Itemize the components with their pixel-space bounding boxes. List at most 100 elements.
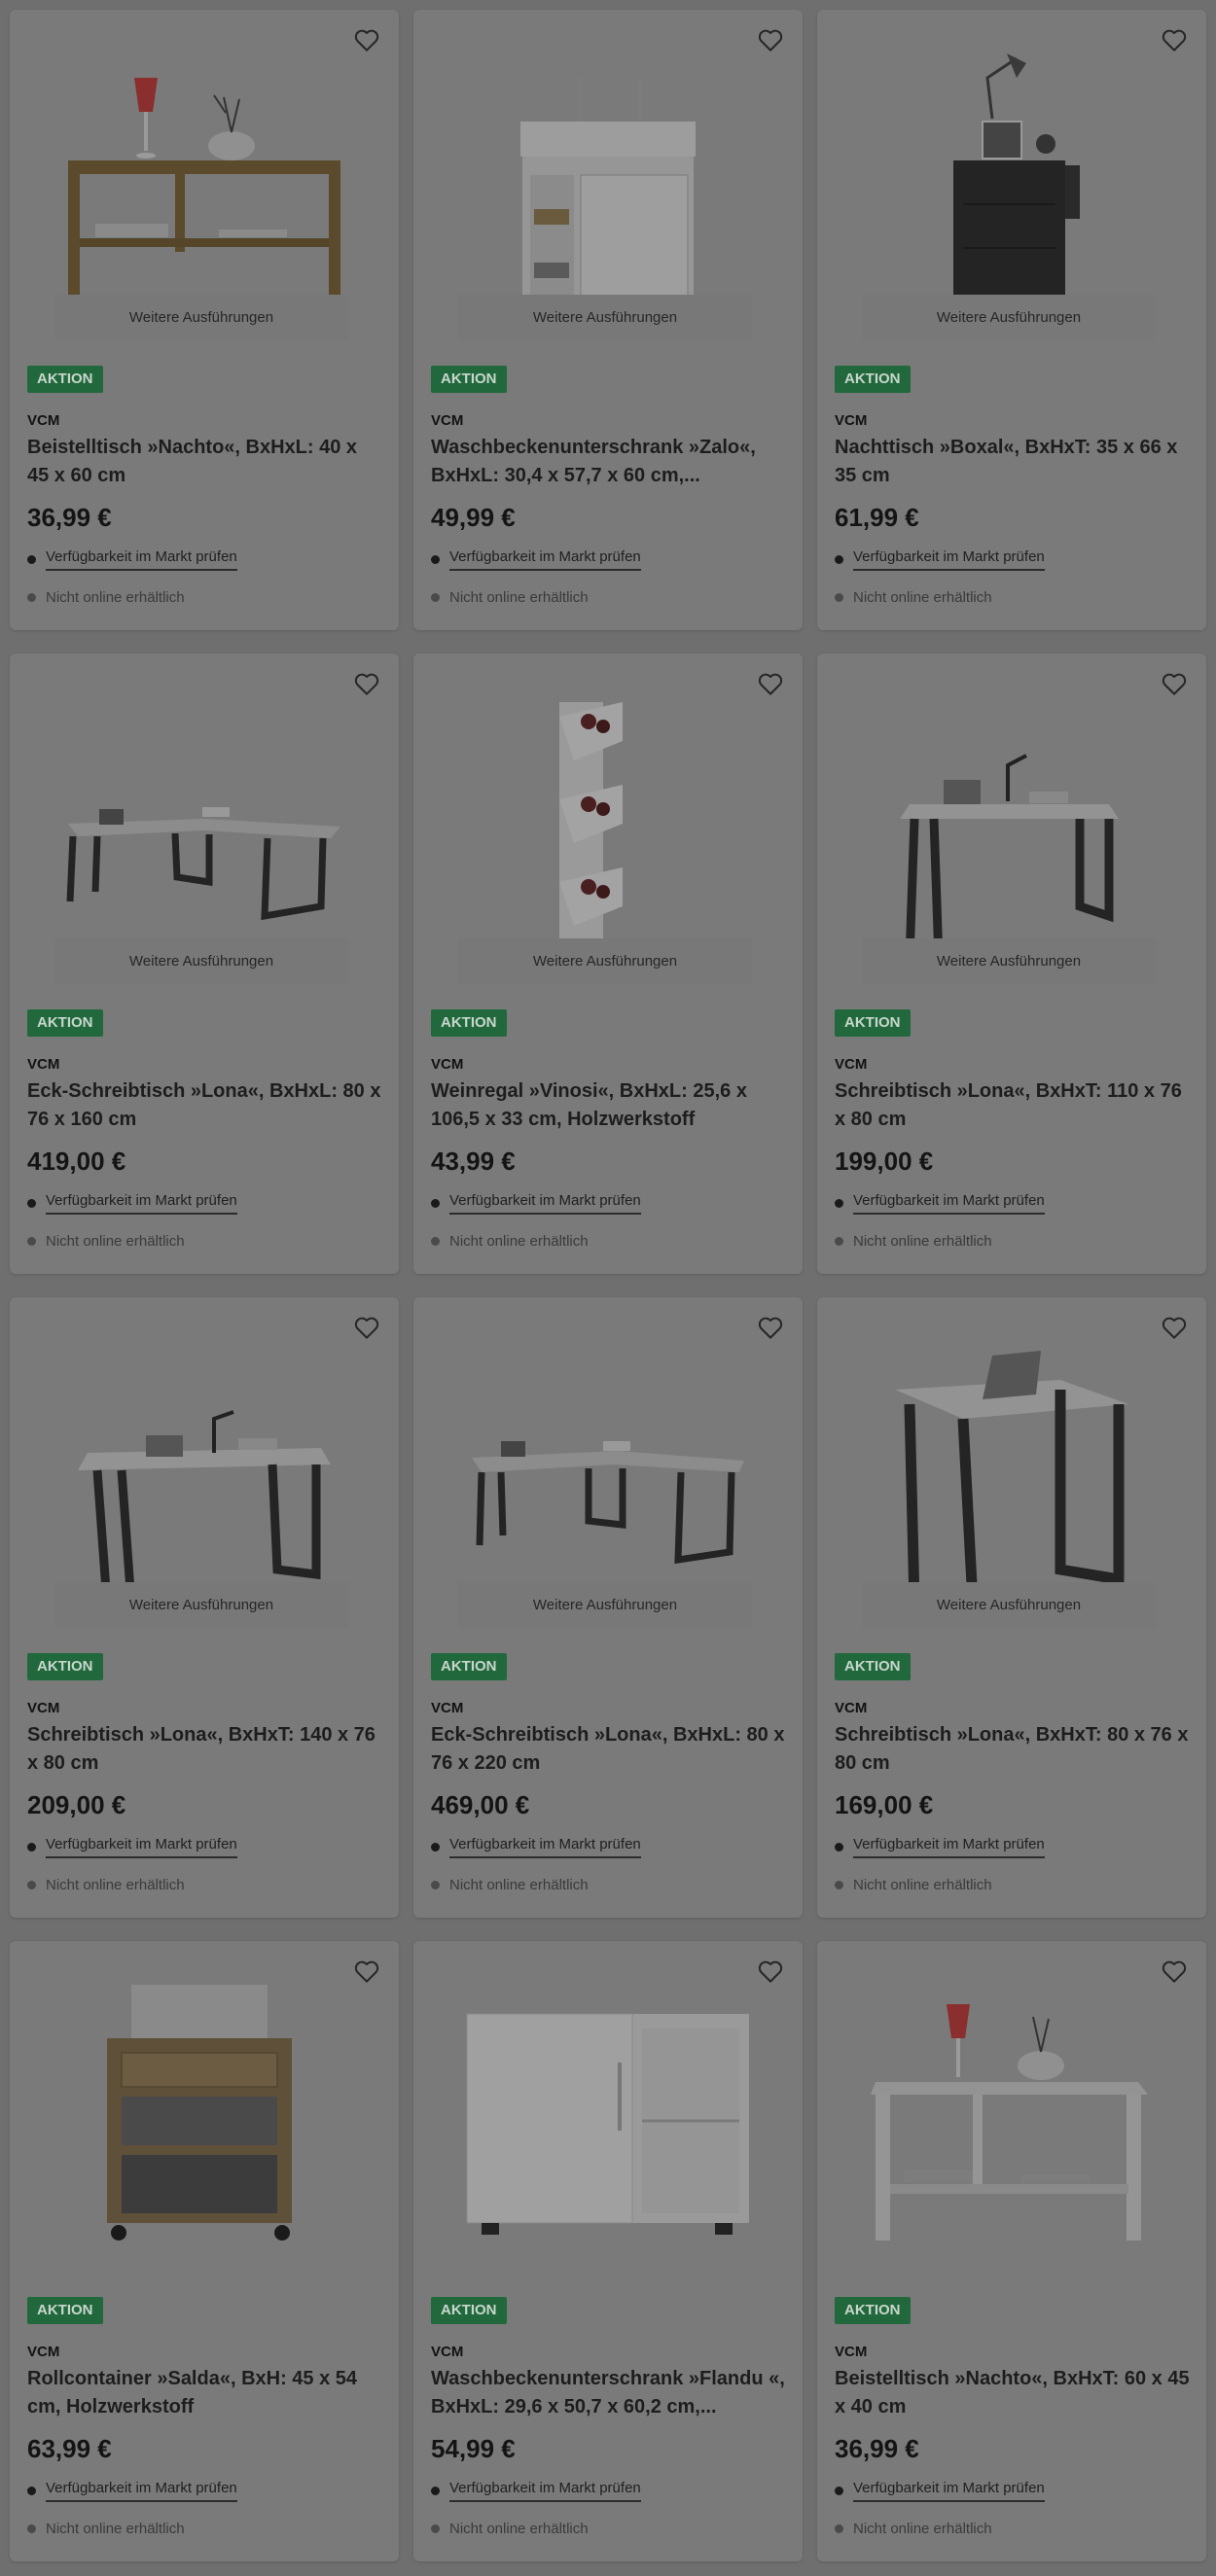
availability-check[interactable]: Verfügbarkeit im Markt prüfen bbox=[431, 1836, 641, 1858]
product-title[interactable]: Beistelltisch »Nachto«, BxHxL: 40 x 45 x… bbox=[27, 434, 382, 490]
online-status: Nicht online erhältlich bbox=[835, 2521, 992, 2537]
product-card[interactable]: Weitere Ausführungen AKTION VCM Eck-Schr… bbox=[413, 1297, 803, 1918]
online-status-text: Nicht online erhältlich bbox=[449, 589, 589, 606]
availability-check[interactable]: Verfügbarkeit im Markt prüfen bbox=[27, 2480, 237, 2502]
product-card[interactable]: Weitere Ausführungen AKTION VCM Schreibt… bbox=[10, 1297, 399, 1918]
product-price: 63,99 € bbox=[27, 2434, 112, 2463]
availability-check[interactable]: Verfügbarkeit im Markt prüfen bbox=[27, 1836, 237, 1858]
product-image[interactable] bbox=[817, 39, 1206, 311]
product-title[interactable]: Schreibtisch »Lona«, BxHxT: 110 x 76 x 8… bbox=[835, 1077, 1190, 1134]
availability-check[interactable]: Verfügbarkeit im Markt prüfen bbox=[835, 1836, 1045, 1858]
dot-icon bbox=[431, 2524, 440, 2533]
product-image[interactable] bbox=[413, 1970, 803, 2242]
brand-label: VCM bbox=[431, 2344, 464, 2360]
availability-link[interactable]: Verfügbarkeit im Markt prüfen bbox=[853, 548, 1045, 571]
product-title[interactable]: Rollcontainer »Salda«, BxH: 45 x 54 cm, … bbox=[27, 2365, 382, 2421]
product-card[interactable]: AKTION VCM Waschbeckenunterschrank »Flan… bbox=[413, 1941, 803, 2561]
product-card[interactable]: Weitere Ausführungen AKTION VCM Eck-Schr… bbox=[10, 653, 399, 1274]
product-card[interactable]: Weitere Ausführungen AKTION VCM Beistell… bbox=[10, 10, 399, 630]
product-title[interactable]: Schreibtisch »Lona«, BxHxT: 80 x 76 x 80… bbox=[835, 1721, 1190, 1778]
brand-label: VCM bbox=[835, 2344, 868, 2360]
more-variants-button[interactable]: Weitere Ausführungen bbox=[54, 938, 348, 984]
product-image[interactable] bbox=[10, 683, 399, 955]
product-price: 49,99 € bbox=[431, 503, 516, 532]
product-card[interactable]: Weitere Ausführungen AKTION VCM Schreibt… bbox=[817, 653, 1206, 1274]
product-image[interactable] bbox=[817, 1970, 1206, 2242]
product-price: 43,99 € bbox=[431, 1147, 516, 1176]
product-title[interactable]: Eck-Schreibtisch »Lona«, BxHxL: 80 x 76 … bbox=[27, 1077, 382, 1134]
product-price: 419,00 € bbox=[27, 1147, 126, 1176]
more-variants-button[interactable]: Weitere Ausführungen bbox=[458, 295, 752, 340]
product-title[interactable]: Eck-Schreibtisch »Lona«, BxHxL: 80 x 76 … bbox=[431, 1721, 786, 1778]
availability-check[interactable]: Verfügbarkeit im Markt prüfen bbox=[27, 1192, 237, 1215]
product-image[interactable] bbox=[817, 1326, 1206, 1599]
product-card[interactable]: Weitere Ausführungen AKTION VCM Waschbec… bbox=[413, 10, 803, 630]
product-card[interactable]: Weitere Ausführungen AKTION VCM Schreibt… bbox=[817, 1297, 1206, 1918]
brand-label: VCM bbox=[431, 1056, 464, 1073]
online-status-text: Nicht online erhältlich bbox=[853, 1877, 992, 1893]
brand-label: VCM bbox=[431, 1700, 464, 1716]
product-image[interactable] bbox=[817, 683, 1206, 955]
availability-link[interactable]: Verfügbarkeit im Markt prüfen bbox=[449, 1836, 641, 1858]
product-grid: Weitere Ausführungen AKTION VCM Beistell… bbox=[0, 0, 1216, 2576]
more-variants-button[interactable]: Weitere Ausführungen bbox=[862, 1582, 1156, 1628]
product-price: 61,99 € bbox=[835, 503, 919, 532]
more-variants-button[interactable]: Weitere Ausführungen bbox=[54, 295, 348, 340]
product-image[interactable] bbox=[10, 39, 399, 311]
availability-check[interactable]: Verfügbarkeit im Markt prüfen bbox=[431, 548, 641, 571]
availability-link[interactable]: Verfügbarkeit im Markt prüfen bbox=[449, 2480, 641, 2502]
availability-link[interactable]: Verfügbarkeit im Markt prüfen bbox=[853, 2480, 1045, 2502]
availability-link[interactable]: Verfügbarkeit im Markt prüfen bbox=[46, 1192, 237, 1215]
product-card[interactable]: Weitere Ausführungen AKTION VCM Nachttis… bbox=[817, 10, 1206, 630]
product-price: 469,00 € bbox=[431, 1790, 530, 1819]
promo-badge: AKTION bbox=[835, 1653, 911, 1680]
product-title[interactable]: Schreibtisch »Lona«, BxHxT: 140 x 76 x 8… bbox=[27, 1721, 382, 1778]
product-price: 209,00 € bbox=[27, 1790, 126, 1819]
more-variants-button[interactable]: Weitere Ausführungen bbox=[458, 938, 752, 984]
product-title[interactable]: Waschbeckenunterschrank »Flandu «, BxHxL… bbox=[431, 2365, 786, 2421]
product-image[interactable] bbox=[413, 683, 803, 955]
product-image[interactable] bbox=[10, 1326, 399, 1599]
availability-link[interactable]: Verfügbarkeit im Markt prüfen bbox=[46, 2480, 237, 2502]
product-title[interactable]: Nachttisch »Boxal«, BxHxT: 35 x 66 x 35 … bbox=[835, 434, 1190, 490]
dot-icon bbox=[27, 1237, 36, 1246]
online-status: Nicht online erhältlich bbox=[431, 1877, 589, 1893]
brand-label: VCM bbox=[431, 412, 464, 429]
availability-check[interactable]: Verfügbarkeit im Markt prüfen bbox=[835, 548, 1045, 571]
availability-check[interactable]: Verfügbarkeit im Markt prüfen bbox=[835, 1192, 1045, 1215]
availability-link[interactable]: Verfügbarkeit im Markt prüfen bbox=[853, 1192, 1045, 1215]
online-status-text: Nicht online erhältlich bbox=[46, 2521, 185, 2537]
availability-link[interactable]: Verfügbarkeit im Markt prüfen bbox=[449, 548, 641, 571]
more-variants-button[interactable]: Weitere Ausführungen bbox=[862, 938, 1156, 984]
product-title[interactable]: Waschbeckenunterschrank »Zalo«, BxHxL: 3… bbox=[431, 434, 786, 490]
more-variants-button[interactable]: Weitere Ausführungen bbox=[458, 1582, 752, 1628]
more-variants-button[interactable]: Weitere Ausführungen bbox=[54, 1582, 348, 1628]
product-title[interactable]: Beistelltisch »Nachto«, BxHxT: 60 x 45 x… bbox=[835, 2365, 1190, 2421]
product-card[interactable]: AKTION VCM Beistelltisch »Nachto«, BxHxT… bbox=[817, 1941, 1206, 2561]
online-status: Nicht online erhältlich bbox=[27, 1233, 185, 1250]
availability-link[interactable]: Verfügbarkeit im Markt prüfen bbox=[449, 1192, 641, 1215]
online-status-text: Nicht online erhältlich bbox=[449, 2521, 589, 2537]
online-status: Nicht online erhältlich bbox=[27, 2521, 185, 2537]
promo-badge: AKTION bbox=[835, 2297, 911, 2324]
online-status-text: Nicht online erhältlich bbox=[46, 1877, 185, 1893]
dot-icon bbox=[431, 1237, 440, 1246]
availability-link[interactable]: Verfügbarkeit im Markt prüfen bbox=[46, 548, 237, 571]
product-card[interactable]: Weitere Ausführungen AKTION VCM Weinrega… bbox=[413, 653, 803, 1274]
dot-icon bbox=[27, 2487, 36, 2495]
product-card[interactable]: AKTION VCM Rollcontainer »Salda«, BxH: 4… bbox=[10, 1941, 399, 2561]
availability-check[interactable]: Verfügbarkeit im Markt prüfen bbox=[431, 2480, 641, 2502]
dot-icon bbox=[431, 1881, 440, 1889]
availability-link[interactable]: Verfügbarkeit im Markt prüfen bbox=[853, 1836, 1045, 1858]
availability-link[interactable]: Verfügbarkeit im Markt prüfen bbox=[46, 1836, 237, 1858]
online-status: Nicht online erhältlich bbox=[835, 1233, 992, 1250]
product-title[interactable]: Weinregal »Vinosi«, BxHxL: 25,6 x 106,5 … bbox=[431, 1077, 786, 1134]
more-variants-button[interactable]: Weitere Ausführungen bbox=[862, 295, 1156, 340]
product-image[interactable] bbox=[10, 1970, 399, 2242]
product-image[interactable] bbox=[413, 1326, 803, 1599]
availability-check[interactable]: Verfügbarkeit im Markt prüfen bbox=[27, 548, 237, 571]
availability-check[interactable]: Verfügbarkeit im Markt prüfen bbox=[431, 1192, 641, 1215]
product-image[interactable] bbox=[413, 39, 803, 311]
availability-check[interactable]: Verfügbarkeit im Markt prüfen bbox=[835, 2480, 1045, 2502]
brand-label: VCM bbox=[27, 412, 60, 429]
